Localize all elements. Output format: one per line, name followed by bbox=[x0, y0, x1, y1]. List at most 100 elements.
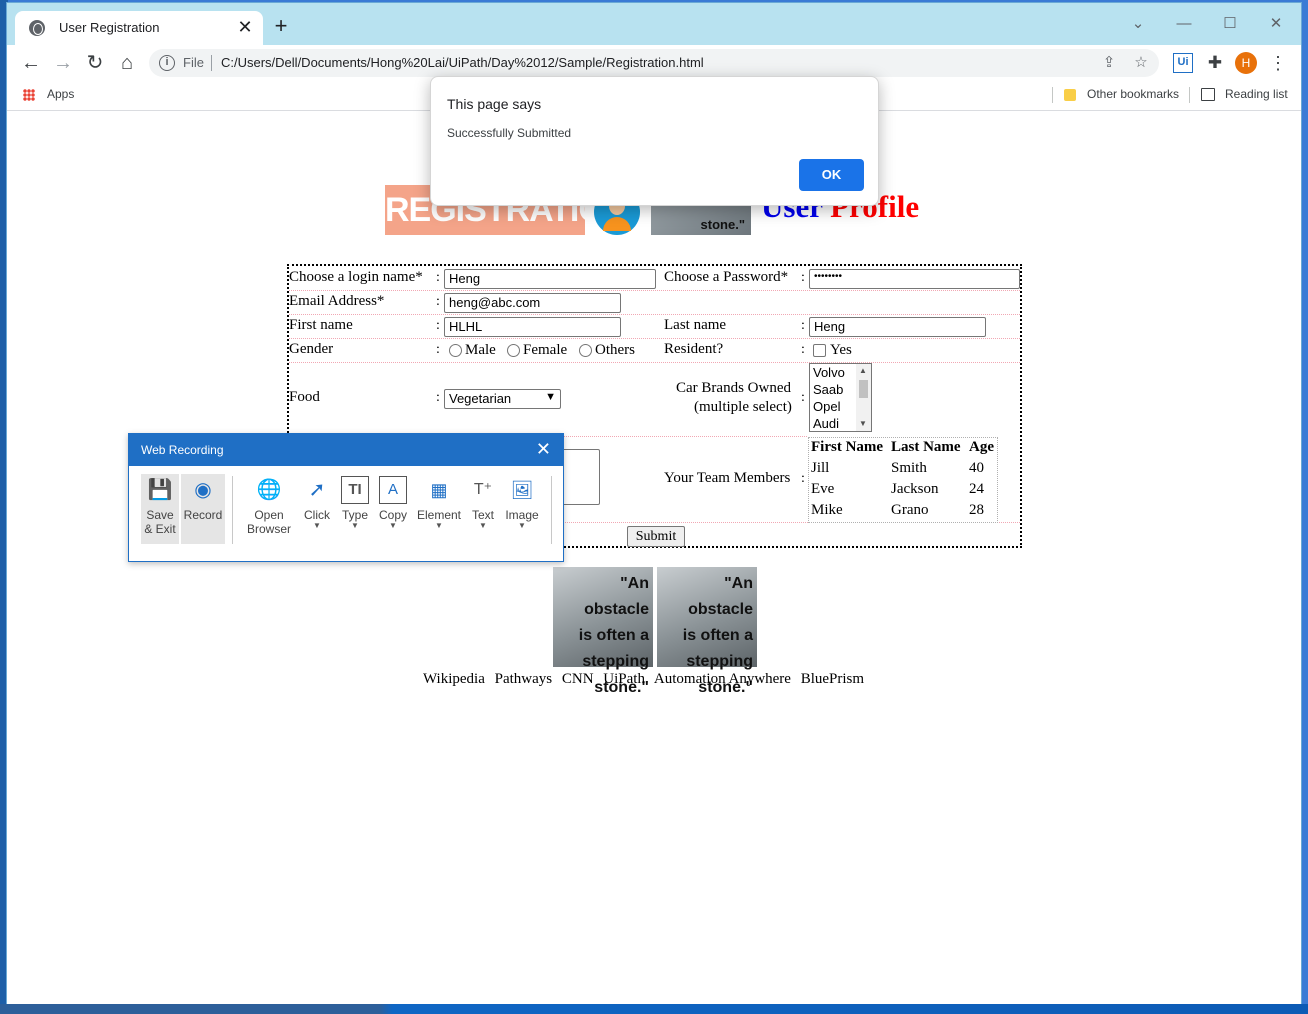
extensions-icon[interactable]: ✚ bbox=[1204, 52, 1226, 74]
colon: : bbox=[801, 270, 805, 285]
open-browser-button[interactable]: 🌐 Open Browser bbox=[239, 474, 299, 544]
stone-image: "An obstacle is often a stepping stone." bbox=[553, 567, 653, 696]
team-cell: Eve bbox=[811, 481, 835, 497]
address-bar[interactable]: i File C:/Users/Dell/Documents/Hong%20La… bbox=[149, 49, 1159, 77]
food-select[interactable]: Vegetarian ▼ bbox=[444, 389, 561, 409]
image-label: Image bbox=[505, 508, 539, 522]
gender-female-radio[interactable] bbox=[507, 344, 520, 357]
email-label: Email Address* bbox=[289, 293, 385, 309]
link-automation-anywhere[interactable]: Automation Anywhere bbox=[654, 671, 791, 687]
comments-textarea[interactable] bbox=[559, 449, 600, 505]
uipath-extension-icon[interactable]: Ui bbox=[1173, 53, 1193, 73]
open-label: Open bbox=[254, 508, 284, 522]
tab-strip: User Registration ✕ + ⌄ — ☐ ✕ bbox=[7, 3, 1301, 45]
reload-icon[interactable]: ↻ bbox=[81, 49, 109, 77]
share-icon[interactable]: ⇪ bbox=[1099, 53, 1119, 73]
resident-yes-checkbox[interactable] bbox=[813, 344, 826, 357]
record-button[interactable]: ◉ Record bbox=[181, 474, 225, 544]
link-pathways[interactable]: Pathways bbox=[495, 671, 553, 687]
save-label: Save bbox=[146, 508, 174, 522]
team-cell: 28 bbox=[969, 502, 984, 518]
forward-icon[interactable]: → bbox=[49, 49, 77, 77]
back-icon[interactable]: ← bbox=[17, 49, 45, 77]
tab-search-icon[interactable]: ⌄ bbox=[1115, 9, 1161, 39]
colon: : bbox=[436, 342, 440, 357]
alert-dialog: This page says Successfully Submitted OK bbox=[430, 76, 879, 206]
bookmark-reading-list[interactable]: Reading list bbox=[1225, 87, 1288, 101]
team-members-label: Your Team Members bbox=[664, 470, 791, 486]
gender-male-radio[interactable] bbox=[449, 344, 462, 357]
toolbar-separator bbox=[551, 476, 552, 544]
bookmark-star-icon[interactable]: ☆ bbox=[1131, 53, 1151, 73]
save-exit-button[interactable]: 💾 Save & Exit bbox=[141, 474, 179, 544]
colon: : bbox=[436, 318, 440, 333]
taskbar bbox=[0, 1004, 1308, 1014]
alert-ok-button[interactable]: OK bbox=[799, 159, 864, 191]
team-cell: Smith bbox=[891, 460, 927, 476]
first-name-label: First name bbox=[289, 317, 353, 333]
bookmark-separator bbox=[1189, 87, 1190, 103]
email-input[interactable]: heng@abc.com bbox=[444, 293, 621, 313]
row-divider bbox=[289, 338, 1020, 339]
colon: : bbox=[801, 318, 805, 333]
bookmark-other[interactable]: Other bookmarks bbox=[1087, 87, 1179, 101]
globe-icon bbox=[29, 20, 45, 36]
colon: : bbox=[436, 390, 440, 405]
url-text[interactable]: C:/Users/Dell/Documents/Hong%20Lai/UiPat… bbox=[221, 55, 704, 70]
info-icon[interactable]: i bbox=[159, 55, 175, 71]
link-wikipedia[interactable]: Wikipedia bbox=[423, 671, 485, 687]
food-label: Food bbox=[289, 389, 320, 405]
web-recording-title: Web Recording bbox=[141, 443, 224, 457]
copy-label: Copy bbox=[378, 508, 407, 522]
car-brands-listbox[interactable]: Volvo Saab Opel Audi ▲ ▼ bbox=[809, 363, 872, 432]
password-input[interactable]: •••••••• bbox=[809, 269, 1020, 289]
toolbar-separator bbox=[232, 476, 233, 544]
submit-button[interactable]: Submit bbox=[627, 526, 685, 547]
web-recording-titlebar[interactable]: Web Recording ✕ bbox=[129, 434, 563, 466]
gender-female-label: Female bbox=[523, 342, 568, 358]
link-cnn[interactable]: CNN bbox=[562, 671, 594, 687]
colon: : bbox=[801, 471, 805, 486]
reading-list-icon bbox=[1201, 88, 1215, 101]
gender-label: Gender bbox=[289, 341, 334, 357]
scroll-down-icon[interactable]: ▼ bbox=[859, 419, 867, 428]
apps-grid-icon[interactable] bbox=[23, 89, 35, 101]
gender-others-radio[interactable] bbox=[579, 344, 592, 357]
image-button[interactable]: 🖼 Image ▼ bbox=[499, 474, 545, 544]
menu-icon[interactable]: ⋮ bbox=[1267, 52, 1289, 74]
chevron-down-icon: ▼ bbox=[389, 521, 397, 530]
colon: : bbox=[801, 390, 805, 405]
team-cell: Mike bbox=[811, 502, 843, 518]
close-icon[interactable]: ✕ bbox=[536, 439, 551, 460]
quote-line: "An obstacle bbox=[584, 575, 649, 618]
link-uipath[interactable]: UiPath bbox=[603, 671, 645, 687]
close-tab-icon[interactable]: ✕ bbox=[235, 17, 255, 37]
bookmark-apps[interactable]: Apps bbox=[47, 87, 74, 101]
bookmark-separator bbox=[1052, 87, 1053, 103]
colon: : bbox=[436, 270, 440, 285]
link-blueprism[interactable]: BluePrism bbox=[801, 671, 864, 687]
quote-line: is often a bbox=[578, 627, 649, 644]
scroll-up-icon[interactable]: ▲ bbox=[859, 366, 867, 375]
team-header-last: Last Name bbox=[891, 439, 961, 455]
login-name-input[interactable]: Heng bbox=[444, 269, 656, 289]
last-name-input[interactable]: Heng bbox=[809, 317, 986, 337]
row-divider bbox=[289, 290, 1020, 291]
maximize-button[interactable]: ☐ bbox=[1207, 9, 1253, 39]
home-icon[interactable]: ⌂ bbox=[113, 49, 141, 77]
profile-avatar[interactable]: H bbox=[1235, 52, 1257, 74]
quote-line: "An obstacle bbox=[688, 575, 753, 618]
minimize-button[interactable]: — bbox=[1161, 9, 1207, 39]
new-tab-button[interactable]: + bbox=[269, 15, 293, 39]
listbox-scrollbar[interactable]: ▲ ▼ bbox=[856, 364, 871, 431]
copy-button[interactable]: A Copy ▼ bbox=[371, 474, 415, 544]
close-window-button[interactable]: ✕ bbox=[1253, 9, 1299, 39]
first-name-input[interactable]: HLHL bbox=[444, 317, 621, 337]
element-button[interactable]: ▦ Element ▼ bbox=[415, 474, 463, 544]
tab-user-registration[interactable]: User Registration ✕ bbox=[15, 11, 263, 45]
scroll-thumb[interactable] bbox=[859, 380, 868, 398]
web-recording-panel: Web Recording ✕ 💾 Save & Exit ◉ Record 🌐… bbox=[128, 433, 564, 562]
record-label: Record bbox=[183, 508, 223, 522]
login-name-label: Choose a login name* bbox=[289, 269, 423, 285]
password-label: Choose a Password* bbox=[664, 269, 789, 285]
